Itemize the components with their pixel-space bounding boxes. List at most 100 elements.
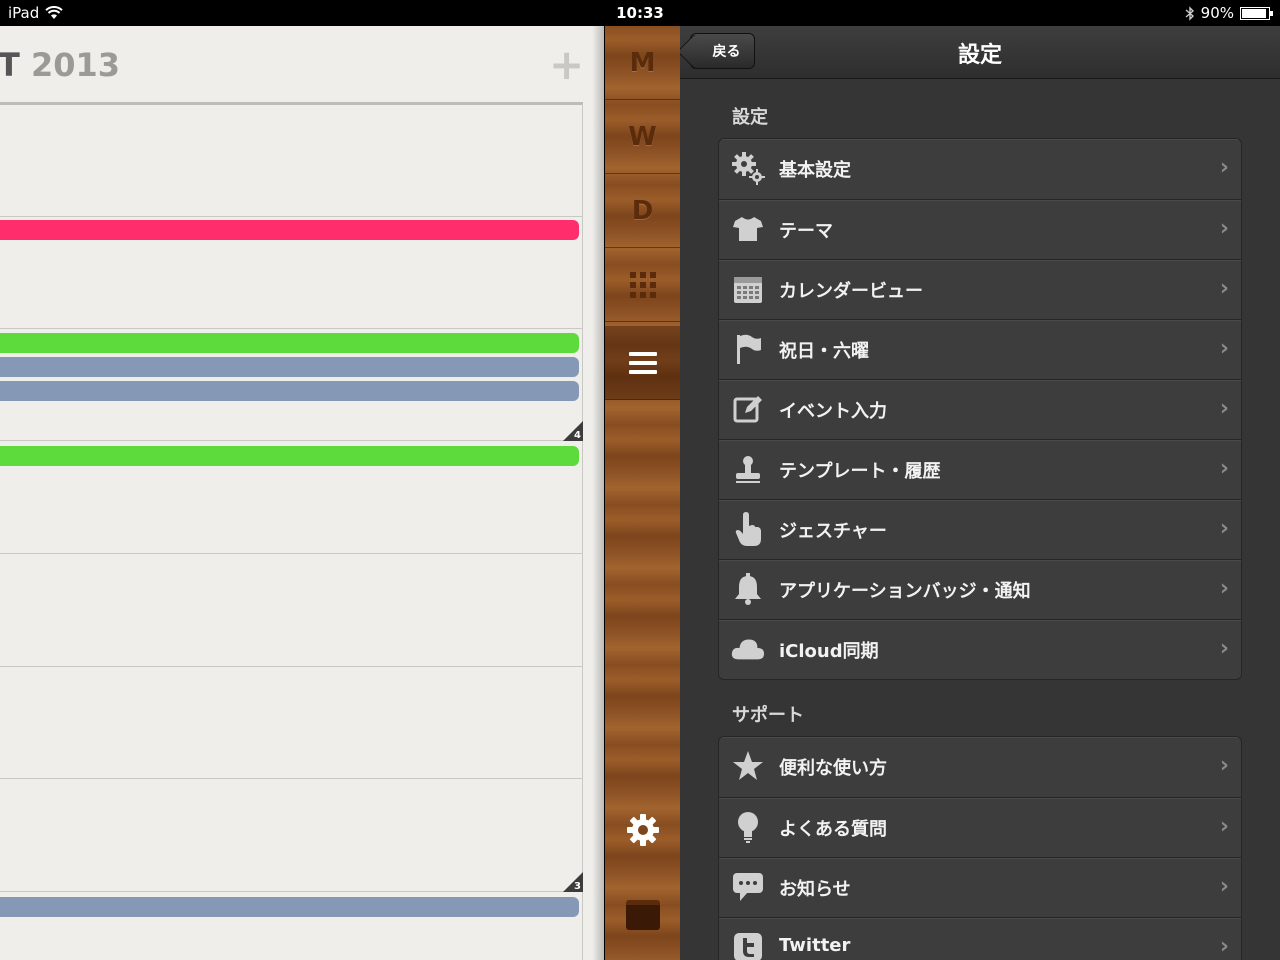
row-label: お知らせ xyxy=(779,879,851,900)
calendar-title-year: 2013 xyxy=(30,46,121,84)
battery-percent: 90% xyxy=(1200,4,1234,22)
chevron-right-icon: › xyxy=(1219,576,1229,601)
support-row-faq[interactable]: よくある質問 › xyxy=(719,797,1241,857)
battery-icon xyxy=(1240,6,1273,20)
more-count: 4 xyxy=(574,430,581,441)
twitter-icon xyxy=(731,930,765,960)
calendar-header-line xyxy=(0,102,583,105)
day-divider xyxy=(0,891,583,892)
chevron-right-icon: › xyxy=(1219,456,1229,481)
settings-row-theme[interactable]: テーマ › xyxy=(719,199,1241,259)
support-row-news[interactable]: お知らせ › xyxy=(719,857,1241,917)
chevron-right-icon: › xyxy=(1219,753,1229,778)
lightbulb-icon xyxy=(731,810,765,844)
grid-view-button[interactable] xyxy=(605,248,680,322)
event-bar[interactable] xyxy=(0,357,579,377)
pane-shadow xyxy=(592,26,604,960)
status-bar: iPad 10:33 90% xyxy=(0,0,1280,26)
settings-row-event-input[interactable]: イベント入力 › xyxy=(719,379,1241,439)
hand-icon xyxy=(731,512,765,546)
settings-row-templates[interactable]: テンプレート・履歴 › xyxy=(719,439,1241,499)
chevron-right-icon: › xyxy=(1219,636,1229,661)
day-divider xyxy=(0,328,583,329)
settings-gear-button[interactable] xyxy=(625,812,661,848)
row-label: ジェスチャー xyxy=(779,521,887,542)
settings-row-notifications[interactable]: アプリケーションバッジ・通知 › xyxy=(719,559,1241,619)
back-button-label: 戻る xyxy=(712,44,741,60)
speech-bubble-icon xyxy=(731,870,765,904)
stamp-icon xyxy=(731,452,765,486)
row-label: 基本設定 xyxy=(779,160,851,181)
page-title: 設定 xyxy=(957,43,1002,68)
chevron-right-icon: › xyxy=(1219,336,1229,361)
row-label: Twitter xyxy=(779,935,851,956)
day-divider xyxy=(0,440,583,441)
box-icon[interactable] xyxy=(626,900,660,930)
settings-row-calendar-view[interactable]: カレンダービュー › xyxy=(719,259,1241,319)
gears-icon xyxy=(731,151,765,185)
calendar-pane: T 2013 + 4 3 xyxy=(0,26,604,960)
settings-group: 基本設定 › テーマ › カレンダービュー › 祝日・六曜 › イベント入力 ›… xyxy=(718,138,1242,680)
day-view-label: D xyxy=(631,195,654,226)
event-bar[interactable] xyxy=(0,897,579,917)
section-header-support: サポート xyxy=(732,705,804,726)
settings-pane: 戻る 設定 設定 基本設定 › テーマ › カレンダービュー › 祝日・六曜 ›… xyxy=(680,26,1280,960)
settings-row-gestures[interactable]: ジェスチャー › xyxy=(719,499,1241,559)
row-label: イベント入力 xyxy=(779,401,887,422)
chevron-right-icon: › xyxy=(1219,814,1229,839)
support-row-twitter[interactable]: Twitter › xyxy=(719,917,1241,960)
row-label: 祝日・六曜 xyxy=(779,341,869,362)
more-events-badge[interactable]: 4 xyxy=(563,421,583,441)
month-view-button[interactable]: M xyxy=(605,26,680,100)
settings-row-icloud[interactable]: iCloud同期 › xyxy=(719,619,1241,679)
settings-row-holidays[interactable]: 祝日・六曜 › xyxy=(719,319,1241,379)
clock: 10:33 xyxy=(616,4,664,22)
section-header-settings: 設定 xyxy=(732,107,768,128)
week-view-button[interactable]: W xyxy=(605,100,680,174)
day-divider xyxy=(0,216,583,217)
grid-icon xyxy=(629,271,656,298)
settings-navbar: 戻る 設定 xyxy=(680,26,1280,79)
support-group: 便利な使い方 › よくある質問 › お知らせ › Twitter › xyxy=(718,736,1242,960)
chevron-right-icon: › xyxy=(1219,396,1229,421)
month-view-label: M xyxy=(629,47,656,78)
calendar-title-letter: T xyxy=(0,46,20,84)
add-event-button[interactable]: + xyxy=(549,44,584,86)
row-label: よくある質問 xyxy=(779,819,887,840)
status-right: 90% xyxy=(1185,4,1273,22)
list-view-button[interactable] xyxy=(605,326,680,400)
calendar-border xyxy=(582,104,583,960)
chevron-right-icon: › xyxy=(1219,516,1229,541)
support-row-tips[interactable]: 便利な使い方 › xyxy=(719,737,1241,797)
settings-row-basic[interactable]: 基本設定 › xyxy=(719,139,1241,199)
row-label: アプリケーションバッジ・通知 xyxy=(779,581,1031,602)
edit-icon xyxy=(731,392,765,426)
week-view-label: W xyxy=(628,121,657,152)
bluetooth-icon xyxy=(1185,5,1194,21)
bell-icon xyxy=(731,572,765,606)
chevron-right-icon: › xyxy=(1219,874,1229,899)
row-label: テンプレート・履歴 xyxy=(779,461,941,482)
row-label: テーマ xyxy=(779,221,833,242)
flag-icon xyxy=(731,332,765,366)
chevron-right-icon: › xyxy=(1219,155,1229,180)
cloud-icon xyxy=(731,632,765,666)
chevron-right-icon: › xyxy=(1219,216,1229,241)
day-view-button[interactable]: D xyxy=(605,174,680,248)
view-switcher: M W D xyxy=(605,26,680,960)
list-icon xyxy=(628,351,657,374)
tshirt-icon xyxy=(731,212,765,246)
more-count: 3 xyxy=(574,881,581,892)
event-bar[interactable] xyxy=(0,446,579,466)
day-divider xyxy=(0,553,583,554)
event-bar[interactable] xyxy=(0,333,579,353)
row-label: 便利な使い方 xyxy=(779,758,887,779)
chevron-right-icon: › xyxy=(1219,934,1229,959)
event-bar[interactable] xyxy=(0,220,579,240)
row-label: iCloud同期 xyxy=(779,641,879,662)
calendar-title: T 2013 xyxy=(0,46,120,84)
row-label: カレンダービュー xyxy=(779,281,923,302)
event-bar[interactable] xyxy=(0,381,579,401)
day-divider xyxy=(0,666,583,667)
more-events-badge[interactable]: 3 xyxy=(563,872,583,892)
